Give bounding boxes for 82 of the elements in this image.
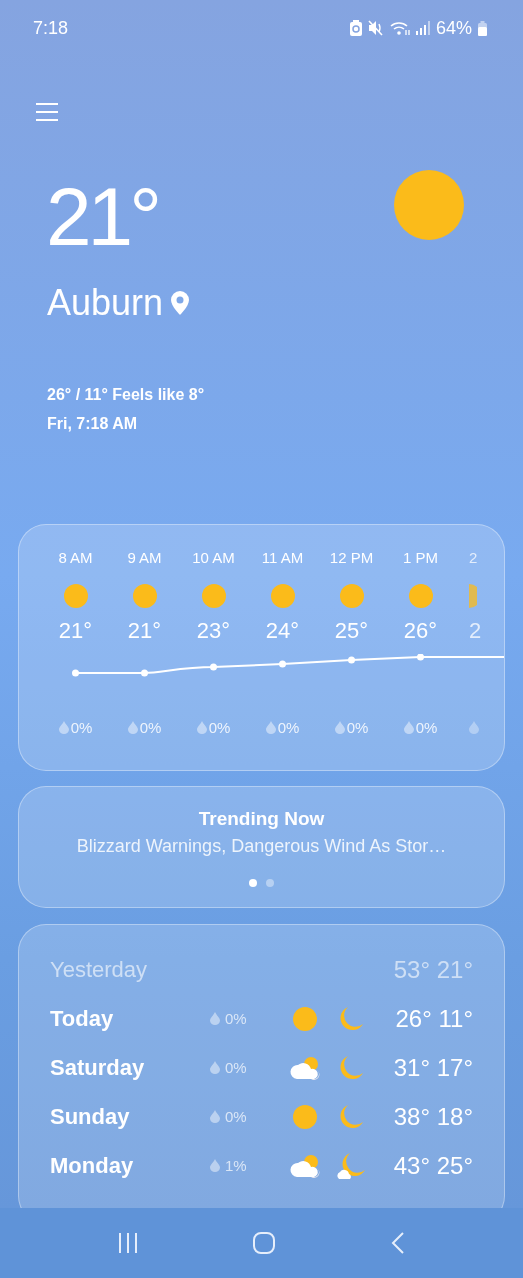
current-temperature: 21° — [46, 176, 158, 258]
precipitation-chance: 0% — [415, 718, 438, 736]
hour-label: 11 AM — [261, 549, 304, 567]
hour-temperature: 24° — [265, 618, 300, 644]
sun-icon — [339, 584, 364, 608]
hour-temperature: 21° — [127, 618, 162, 644]
raindrop-icon — [210, 1159, 220, 1172]
sun-icon — [293, 1006, 317, 1031]
precipitation-chance: 0% — [225, 1059, 247, 1076]
precipitation-chance: 0% — [208, 718, 231, 736]
sun-icon — [293, 1104, 317, 1129]
high-low-temperature: 38° 18° — [393, 1102, 473, 1131]
back-icon[interactable] — [390, 1231, 407, 1255]
sun-icon — [132, 584, 157, 608]
sun-icon — [394, 170, 464, 240]
hour-temperature: 26° — [403, 618, 438, 644]
hour-label: 1 PM — [403, 549, 438, 567]
raindrop-icon — [210, 1110, 220, 1123]
sun-icon — [201, 584, 226, 608]
updated-time: Fri, 7:18 AM — [47, 414, 138, 434]
raindrop-icon — [210, 1061, 220, 1074]
recent-apps-icon[interactable] — [116, 1232, 139, 1254]
day-name: Monday — [50, 1152, 135, 1179]
precipitation-chance: 0% — [346, 718, 369, 736]
temperature-range: 26° / 11° Feels like 8° — [47, 385, 205, 405]
page-indicator-dot[interactable] — [249, 879, 257, 887]
raindrop-icon — [58, 720, 69, 734]
menu-icon[interactable] — [35, 100, 59, 124]
battery-icon — [478, 20, 487, 36]
precipitation-chance: 0% — [277, 718, 300, 736]
battery-percent: 64% — [435, 17, 472, 39]
precipitation-chance: 0% — [70, 718, 93, 736]
high-low-temperature: 53° 21° — [393, 955, 473, 984]
hour-label: 12 PM — [329, 549, 374, 567]
trending-headline: Blizzard Warnings, Dangerous Wind As Stor… — [76, 836, 447, 857]
trending-title: Trending Now — [198, 808, 325, 830]
day-name: Today — [50, 1005, 115, 1032]
sun-cloud-icon — [289, 1055, 321, 1080]
raindrop-icon — [210, 1012, 220, 1025]
trending-card[interactable]: Trending Now Blizzard Warnings, Dangerous Wind As Stor… — [18, 786, 505, 908]
raindrop-icon — [196, 720, 207, 734]
location-pin-icon — [171, 291, 190, 315]
status-time: 7:18 — [33, 17, 69, 39]
hour-label: 2 — [469, 549, 478, 567]
raindrop-icon — [265, 720, 276, 734]
location-name: Auburn — [47, 282, 164, 324]
moon-cloud-icon — [336, 1151, 366, 1180]
raindrop-icon — [469, 720, 479, 734]
precipitation-chance: 0% — [225, 1108, 247, 1125]
sun-icon — [469, 584, 477, 608]
high-low-temperature: 43° 25° — [393, 1151, 473, 1180]
hour-label: 8 AM — [58, 549, 93, 567]
hour-temperature: 25° — [334, 618, 369, 644]
signal-icon — [415, 21, 430, 35]
raindrop-icon — [334, 720, 345, 734]
day-name: Yesterday — [50, 956, 149, 983]
precipitation-chance: 0% — [139, 718, 162, 736]
battery-saver-icon — [349, 20, 362, 36]
hour-temperature: 23° — [196, 618, 231, 644]
moon-icon — [338, 1054, 364, 1081]
sun-icon — [63, 584, 88, 608]
hour-label: 10 AM — [192, 549, 235, 567]
moon-icon — [338, 1103, 364, 1130]
precipitation-chance: 1% — [225, 1157, 247, 1174]
hour-temperature: 2 — [469, 618, 482, 644]
sun-icon — [408, 584, 433, 608]
moon-icon — [338, 1005, 364, 1032]
mute-icon — [367, 20, 384, 36]
precipitation-chance: 0% — [225, 1010, 247, 1027]
day-name: Saturday — [50, 1054, 146, 1081]
day-name: Sunday — [50, 1103, 131, 1130]
page-indicator-dot[interactable] — [266, 879, 274, 887]
high-low-temperature: 31° 17° — [393, 1053, 473, 1082]
wifi-icon — [389, 20, 410, 36]
sun-icon — [270, 584, 295, 608]
high-low-temperature: 26° 11° — [395, 1004, 473, 1033]
raindrop-icon — [127, 720, 138, 734]
hour-label: 9 AM — [127, 549, 162, 567]
hour-temperature: 21° — [58, 618, 93, 644]
sun-cloud-icon — [289, 1153, 321, 1178]
raindrop-icon — [403, 720, 414, 734]
home-icon[interactable] — [252, 1231, 277, 1255]
